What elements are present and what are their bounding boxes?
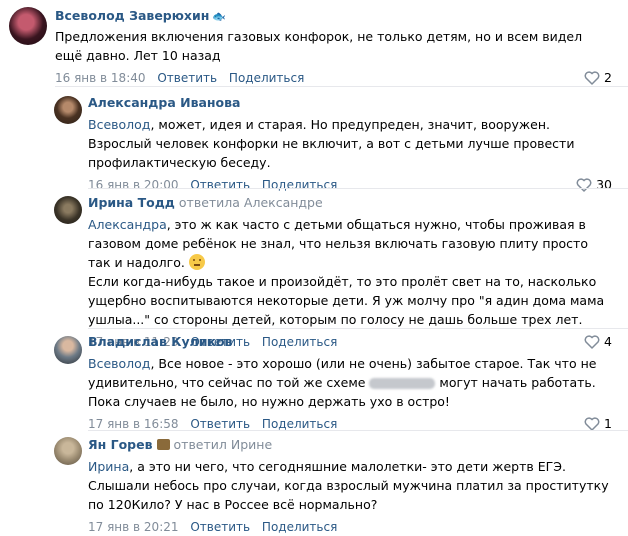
briefcase-icon	[156, 439, 170, 450]
divider	[88, 430, 628, 431]
comment-date[interactable]: 17 янв в 16:58	[88, 417, 179, 431]
fish-icon: 🐟	[212, 10, 227, 23]
comment-footer: 16 янв в 20:00 Ответить Поделиться 30	[88, 176, 612, 194]
share-button[interactable]: Поделиться	[262, 178, 337, 192]
replied-to[interactable]: ответил Ирине	[174, 437, 273, 452]
like-count: 2	[604, 70, 612, 85]
avatar[interactable]	[54, 437, 82, 465]
replied-to[interactable]: ответила Александре	[179, 195, 323, 210]
divider	[55, 86, 628, 87]
comment-date[interactable]: 17 янв в 20:21	[88, 520, 179, 534]
comment-date[interactable]: 16 янв в 20:00	[88, 178, 179, 192]
comment-author[interactable]: Ян Горев	[88, 437, 153, 452]
divider	[88, 328, 628, 329]
mention-link[interactable]: Александра	[88, 217, 167, 232]
reply-button[interactable]: Ответить	[190, 178, 250, 192]
like-button[interactable]: 2	[584, 69, 612, 87]
avatar[interactable]	[54, 196, 82, 224]
avatar[interactable]	[54, 336, 82, 364]
like-count: 30	[596, 177, 612, 192]
comment-text: Александра, это ж как часто с детьми общ…	[88, 217, 605, 327]
comment-date[interactable]: 16 янв в 18:40	[55, 71, 146, 85]
thinking-emoji-icon	[188, 254, 205, 270]
heart-icon	[584, 71, 600, 85]
mention-link[interactable]: Всеволод	[88, 356, 150, 371]
reply-button[interactable]: Ответить	[157, 71, 217, 85]
comment-text: Ирина, а это ни чего, что сегодняшние ма…	[88, 459, 609, 512]
share-button[interactable]: Поделиться	[262, 520, 337, 534]
heart-icon	[584, 417, 600, 431]
mention-link[interactable]: Всеволод	[88, 117, 150, 132]
comment-author[interactable]: Всеволод Заверюхин	[55, 8, 209, 23]
mention-link[interactable]: Ирина	[88, 459, 129, 474]
share-button[interactable]: Поделиться	[262, 417, 337, 431]
like-button[interactable]: 30	[576, 176, 612, 194]
comment-text: Всеволод, может, идея и старая. Но преду…	[88, 117, 575, 170]
blurred-text	[369, 378, 436, 389]
reply-button[interactable]: Ответить	[190, 520, 250, 534]
comment-footer: 16 янв в 18:40 Ответить Поделиться 2	[55, 69, 612, 87]
comment-author[interactable]: Ирина Тодд	[88, 195, 175, 210]
comment-author[interactable]: Александра Иванова	[88, 95, 240, 110]
comment-text: Всеволод, Все новое - это хорошо (или не…	[88, 356, 597, 409]
reply-button[interactable]: Ответить	[190, 417, 250, 431]
heart-icon	[576, 178, 592, 192]
like-count: 1	[604, 416, 612, 431]
comment-footer: 17 янв в 20:21 Ответить Поделиться	[88, 518, 612, 536]
comment-text: Предложения включения газовых конфорок, …	[55, 29, 583, 63]
share-button[interactable]: Поделиться	[229, 71, 304, 85]
avatar[interactable]	[54, 96, 82, 124]
comment-author[interactable]: Владислав Куликов	[88, 334, 233, 349]
divider	[88, 188, 628, 189]
avatar[interactable]	[9, 7, 47, 45]
